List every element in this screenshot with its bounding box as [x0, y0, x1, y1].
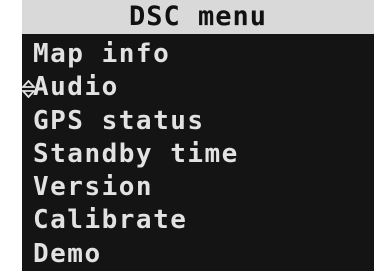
menu-item-label: Standby time	[33, 138, 239, 169]
device-screen: DSC menu Map info Audio GPS status Stand…	[22, 0, 374, 271]
menu-item-gps-status[interactable]: GPS status	[22, 105, 374, 138]
menu-item-version[interactable]: Version	[22, 171, 374, 204]
menu-list: Map info Audio GPS status Standby time V…	[22, 38, 374, 271]
menu-item-standby-time[interactable]: Standby time	[22, 138, 374, 171]
menu-item-label: Calibrate	[33, 205, 188, 236]
up-down-arrow-icon	[22, 80, 35, 99]
menu-item-label: Map info	[33, 39, 171, 69]
menu-item-audio[interactable]: Audio	[22, 71, 374, 104]
menu-item-label: Version	[33, 172, 154, 203]
menu-item-calibrate[interactable]: Calibrate	[22, 204, 374, 237]
menu-title: DSC menu	[22, 0, 374, 34]
menu-item-label: Demo	[33, 238, 102, 269]
menu-item-label: GPS status	[33, 105, 205, 136]
menu-item-demo[interactable]: Demo	[22, 238, 374, 271]
menu-item-label: Audio	[33, 72, 119, 103]
menu-item-map-info[interactable]: Map info	[22, 38, 374, 71]
